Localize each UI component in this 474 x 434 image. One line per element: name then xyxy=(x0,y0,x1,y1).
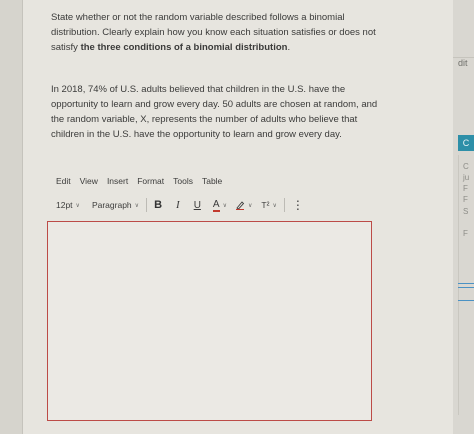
sidebar-letter: F xyxy=(463,229,468,238)
chevron-down-icon: ∨ xyxy=(248,202,253,209)
sidebar-letter: F xyxy=(463,195,468,204)
menu-format[interactable]: Format xyxy=(137,176,164,190)
font-size-select[interactable]: 12pt ∨ xyxy=(56,200,80,210)
sidebar-letter: S xyxy=(463,207,469,216)
left-margin xyxy=(0,0,22,434)
toolbar-separator xyxy=(146,198,148,212)
menu-table[interactable]: Table xyxy=(202,176,222,190)
font-size-value: 12pt xyxy=(56,200,73,210)
superscript-button[interactable]: T² ∨ xyxy=(261,200,276,210)
sidebar-line xyxy=(458,300,474,301)
sidebar-badge[interactable]: C xyxy=(458,135,474,151)
italic-button[interactable]: I xyxy=(176,199,180,211)
superscript-icon: T² xyxy=(261,200,270,210)
block-format-select[interactable]: Paragraph ∨ xyxy=(92,200,139,210)
chevron-down-icon: ∨ xyxy=(75,202,80,209)
sidebar-letter: F xyxy=(463,184,468,193)
chevron-down-icon: ∨ xyxy=(222,202,227,209)
highlighter-icon xyxy=(236,201,245,210)
editor-menubar: Edit View Insert Format Tools Table xyxy=(56,176,222,190)
sidebar-edit-link[interactable]: dit xyxy=(458,58,468,68)
question-scenario: In 2018, 74% of U.S. adults believed tha… xyxy=(51,84,378,140)
question-instructions: State whether or not the random variable… xyxy=(51,10,381,55)
underline-button[interactable]: U xyxy=(194,200,201,211)
instructions-end: . xyxy=(287,42,291,53)
highlight-button[interactable]: ∨ xyxy=(235,200,252,210)
menu-tools[interactable]: Tools xyxy=(173,176,193,190)
chevron-down-icon: ∨ xyxy=(134,202,140,209)
sidebar-letter: C xyxy=(463,162,469,171)
more-options-icon[interactable]: ⋮ xyxy=(292,199,304,211)
answer-text-area[interactable] xyxy=(47,221,372,421)
text-color-icon: A xyxy=(212,198,220,212)
toolbar-separator xyxy=(283,198,285,212)
sidebar-line xyxy=(458,283,474,284)
bold-button[interactable]: B xyxy=(154,199,162,211)
text-color-button[interactable]: A ∨ xyxy=(212,198,227,212)
menu-edit[interactable]: Edit xyxy=(56,176,71,190)
menu-insert[interactable]: Insert xyxy=(107,176,128,190)
sidebar-rule xyxy=(458,155,459,415)
sidebar-letter: ju xyxy=(463,173,470,182)
menu-view[interactable]: View xyxy=(80,176,98,190)
sidebar-line xyxy=(458,287,474,288)
editor-toolbar: 12pt ∨ Paragraph ∨ B I U A ∨ ∨ T² ∨ ⋮ xyxy=(56,197,304,213)
chevron-down-icon: ∨ xyxy=(272,202,277,209)
instructions-bold: the three conditions of a binomial distr… xyxy=(80,42,288,53)
block-format-value: Paragraph xyxy=(91,200,132,210)
